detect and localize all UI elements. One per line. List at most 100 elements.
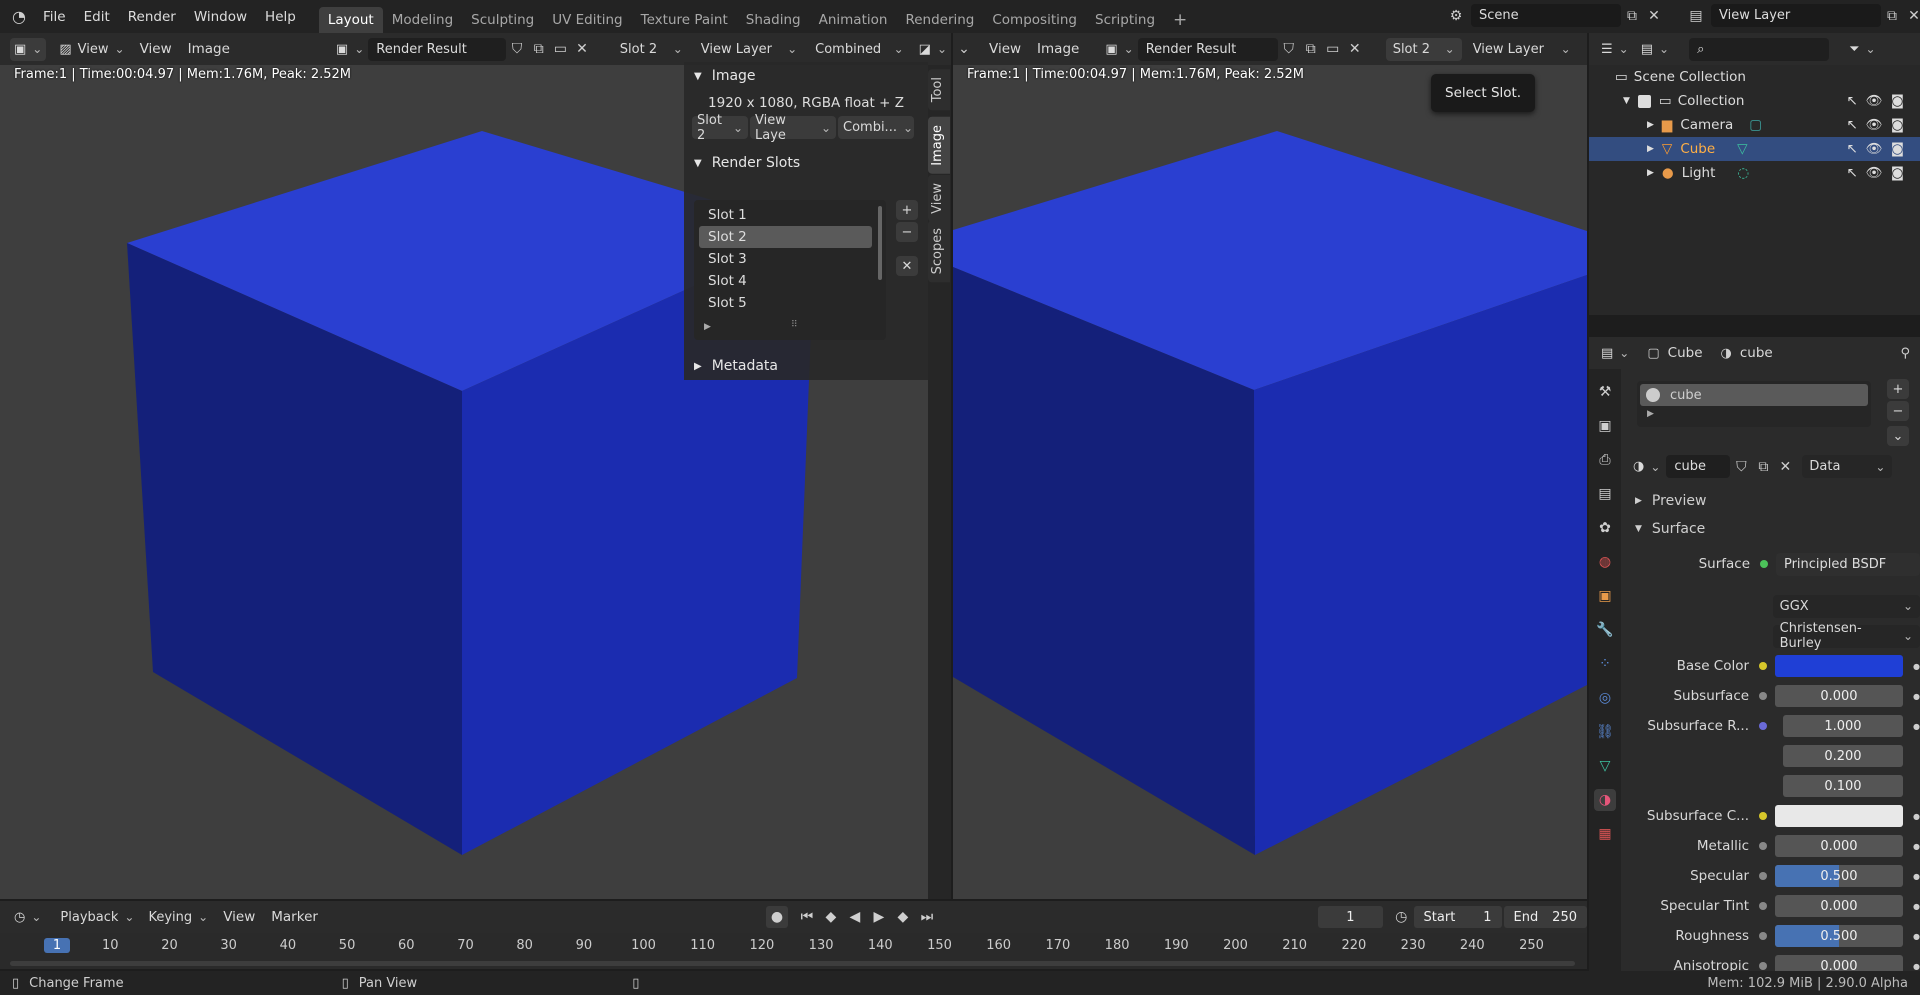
tab-uv-editing[interactable]: UV Editing bbox=[543, 7, 631, 33]
list-item[interactable]: cube bbox=[1640, 384, 1868, 406]
metadata-header[interactable]: ▶ Metadata bbox=[684, 352, 778, 380]
link-dropdown[interactable]: Data bbox=[1802, 455, 1893, 478]
outliner-search-input[interactable]: ⌕ bbox=[1689, 37, 1830, 61]
remove-slot-button[interactable]: − bbox=[896, 222, 918, 242]
modifier-tab-icon[interactable]: 🔧 bbox=[1594, 619, 1616, 641]
prev-keyframe-icon[interactable]: ◆ bbox=[820, 906, 842, 928]
unlink-material-icon[interactable]: ✕ bbox=[1774, 456, 1796, 478]
new-scene-icon[interactable]: ⧉ bbox=[1621, 5, 1643, 27]
fake-user-icon[interactable]: ⛉ bbox=[506, 38, 528, 60]
property-value-field[interactable]: 0.100 bbox=[1782, 775, 1903, 797]
chevron-down-icon[interactable]: ⌄ bbox=[953, 38, 975, 60]
tab-animation[interactable]: Animation bbox=[810, 7, 897, 33]
property-value-field[interactable]: 0.000 bbox=[1774, 895, 1903, 917]
browse-material-button[interactable]: ◑ bbox=[1629, 455, 1664, 478]
render-tab-icon[interactable]: ▣ bbox=[1594, 415, 1616, 437]
fake-user-icon[interactable]: ⛉ bbox=[1278, 38, 1300, 60]
menu-view[interactable]: View bbox=[132, 41, 180, 57]
property-value-field[interactable]: 0.500 bbox=[1774, 865, 1903, 887]
unlink-image-icon[interactable]: ✕ bbox=[1344, 38, 1366, 60]
list-item[interactable]: Slot 5 bbox=[699, 292, 872, 314]
open-image-icon[interactable]: ▭ bbox=[1322, 38, 1344, 60]
visibility-icons[interactable]: ↖👁◙ bbox=[1846, 93, 1912, 109]
remove-material-slot-button[interactable]: − bbox=[1887, 401, 1909, 421]
menu-window[interactable]: Window bbox=[185, 9, 256, 25]
keyframe-dot-icon[interactable]: ● bbox=[1913, 872, 1920, 881]
subsurface-color-swatch[interactable] bbox=[1774, 805, 1903, 827]
view-layer-icon[interactable]: ▤ bbox=[1685, 5, 1707, 27]
expand-filter-icon[interactable]: ▶ bbox=[704, 322, 711, 332]
expand-filter-icon[interactable]: ▶ bbox=[1637, 409, 1871, 419]
output-tab-icon[interactable]: ⎙ bbox=[1594, 449, 1616, 471]
slot-dropdown[interactable]: Slot 2 bbox=[613, 38, 690, 61]
menu-image[interactable]: Image bbox=[180, 41, 238, 57]
keying-menu[interactable]: Keying bbox=[141, 906, 215, 929]
collection-row[interactable]: ▼ ▭ Collection ↖👁◙ bbox=[1589, 89, 1920, 113]
checkbox[interactable] bbox=[1637, 94, 1651, 108]
outliner-item-camera[interactable]: ▶ ▆ Camera ▢ ↖👁◙ bbox=[1589, 113, 1920, 137]
physics-tab-icon[interactable]: ◎ bbox=[1594, 687, 1616, 709]
next-keyframe-icon[interactable]: ◆ bbox=[892, 906, 914, 928]
view-mode-dropdown[interactable]: ▨ View bbox=[52, 38, 131, 61]
list-scrollbar[interactable] bbox=[878, 206, 882, 280]
pin-icon[interactable]: ⚲ bbox=[1900, 346, 1910, 361]
visibility-icons[interactable]: ↖👁◙ bbox=[1846, 117, 1912, 133]
scene-tab-icon[interactable]: ✿ bbox=[1594, 517, 1616, 539]
distribution-dropdown[interactable]: GGX bbox=[1772, 594, 1920, 618]
delete-scene-icon[interactable]: ✕ bbox=[1643, 5, 1665, 27]
property-value-field[interactable]: 0.200 bbox=[1782, 745, 1903, 767]
image-name-field[interactable]: Render Result bbox=[1137, 37, 1278, 61]
keyframe-dot-icon[interactable]: ● bbox=[1913, 902, 1920, 911]
tab-modeling[interactable]: Modeling bbox=[383, 7, 462, 33]
menu-edit[interactable]: Edit bbox=[75, 9, 119, 25]
tab-scripting[interactable]: Scripting bbox=[1086, 7, 1164, 33]
menu-marker[interactable]: Marker bbox=[263, 909, 326, 925]
outliner-editor-type[interactable]: ☰ bbox=[1597, 38, 1633, 61]
tab-shading[interactable]: Shading bbox=[737, 7, 810, 33]
image-name-field[interactable]: Render Result bbox=[368, 37, 507, 61]
scene-collection-row[interactable]: ▭ Scene Collection bbox=[1589, 65, 1920, 89]
property-value-field[interactable]: 0.000 bbox=[1774, 835, 1903, 857]
menu-view[interactable]: View bbox=[215, 909, 263, 925]
layer-dropdown[interactable]: View Layer bbox=[694, 38, 804, 61]
timeline-scrollbar[interactable] bbox=[10, 961, 1575, 966]
keyframe-dot-icon[interactable]: ● bbox=[1913, 812, 1920, 821]
stopwatch-icon[interactable]: ◷ bbox=[1393, 906, 1410, 928]
start-frame-field[interactable]: Start 1 bbox=[1413, 906, 1502, 928]
menu-image[interactable]: Image bbox=[1029, 41, 1087, 57]
current-frame-field[interactable]: 1 bbox=[1317, 906, 1383, 928]
view-layer-field[interactable]: View Layer bbox=[1711, 4, 1881, 27]
scene-name-field[interactable]: Scene bbox=[1471, 4, 1621, 27]
tab-texture-paint[interactable]: Texture Paint bbox=[632, 7, 737, 33]
menu-file[interactable]: File bbox=[34, 9, 75, 25]
visibility-icons[interactable]: ↖👁◙ bbox=[1846, 165, 1912, 181]
tab-tool[interactable]: Tool bbox=[928, 69, 950, 111]
keyframe-dot-icon[interactable]: ● bbox=[1913, 722, 1920, 731]
keyframe-dot-icon[interactable]: ● bbox=[1913, 692, 1920, 701]
preview-panel-header[interactable]: ▶ Preview bbox=[1635, 493, 1706, 509]
new-view-layer-icon[interactable]: ⧉ bbox=[1881, 5, 1903, 27]
delete-view-layer-icon[interactable]: ✕ bbox=[1903, 5, 1920, 27]
material-specials-button[interactable]: ⌄ bbox=[1887, 426, 1909, 446]
panel-pass-dropdown[interactable]: Combi... bbox=[838, 116, 914, 139]
tab-layout[interactable]: Layout bbox=[318, 7, 383, 33]
display-channels-dropdown[interactable]: ◪ bbox=[915, 38, 951, 61]
tab-image[interactable]: Image bbox=[928, 117, 950, 174]
list-item[interactable]: Slot 2 bbox=[699, 226, 872, 248]
add-material-slot-button[interactable]: + bbox=[1887, 379, 1909, 399]
browse-image-button[interactable]: ▣ bbox=[1101, 38, 1137, 61]
scene-icon[interactable]: ⚙ bbox=[1445, 5, 1467, 27]
unlink-image-icon[interactable]: ✕ bbox=[571, 38, 593, 60]
add-slot-button[interactable]: + bbox=[896, 200, 918, 220]
object-tab-icon[interactable]: ▣ bbox=[1594, 585, 1616, 607]
menu-render[interactable]: Render bbox=[119, 9, 185, 25]
menu-view[interactable]: View bbox=[981, 41, 1029, 57]
list-item[interactable]: Slot 1 bbox=[699, 204, 872, 226]
texture-tab-icon[interactable]: ▦ bbox=[1594, 823, 1616, 845]
play-reverse-icon[interactable]: ◀ bbox=[844, 906, 866, 928]
panel-layer-dropdown[interactable]: View Laye bbox=[750, 113, 836, 143]
filter-dropdown[interactable]: ⏷ bbox=[1845, 38, 1879, 61]
material-tab-icon[interactable]: ◑ bbox=[1594, 789, 1616, 811]
tab-rendering[interactable]: Rendering bbox=[896, 7, 983, 33]
record-icon[interactable]: ● bbox=[765, 906, 788, 928]
